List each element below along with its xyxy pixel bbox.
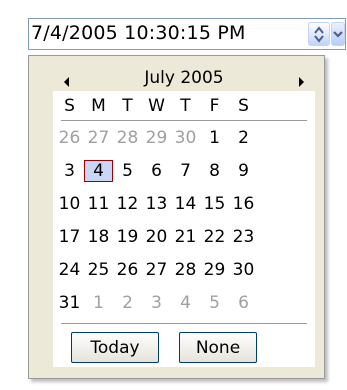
calendar-header: July 2005 bbox=[53, 67, 315, 91]
weekday-label: T bbox=[122, 96, 133, 116]
day-cell[interactable]: 31 bbox=[55, 292, 84, 314]
day-cell[interactable]: 27 bbox=[142, 259, 171, 281]
day-cell[interactable]: 26 bbox=[113, 259, 142, 281]
day-cell[interactable]: 8 bbox=[200, 160, 229, 182]
day-cell[interactable]: 29 bbox=[200, 259, 229, 281]
weekday-label: M bbox=[91, 96, 106, 116]
day-cell[interactable]: 11 bbox=[84, 193, 113, 215]
day-cell[interactable]: 28 bbox=[171, 259, 200, 281]
day-cell[interactable]: 10 bbox=[55, 193, 84, 215]
none-button[interactable]: None bbox=[179, 332, 257, 363]
divider bbox=[61, 323, 307, 324]
today-button[interactable]: Today bbox=[71, 332, 159, 363]
day-cell[interactable]: 7 bbox=[171, 160, 200, 182]
day-cell[interactable]: 5 bbox=[200, 292, 229, 314]
weekday-label: F bbox=[209, 96, 220, 116]
day-cell[interactable]: 2 bbox=[229, 127, 258, 149]
day-cell[interactable]: 18 bbox=[84, 226, 113, 248]
calendar-dropdown: July 2005 SMTWTFS 26 27 28 29 30 1 2 3 4 5 6 7 8 9 10 1… bbox=[28, 55, 325, 379]
day-cell[interactable]: 29 bbox=[142, 127, 171, 149]
day-cell[interactable]: 4 bbox=[171, 292, 200, 314]
month-title[interactable]: July 2005 bbox=[53, 68, 315, 88]
weekday-label: T bbox=[180, 96, 191, 116]
day-cell[interactable]: 25 bbox=[84, 259, 113, 281]
day-cell[interactable]: 1 bbox=[200, 127, 229, 149]
day-cell[interactable]: 24 bbox=[55, 259, 84, 281]
day-cell[interactable]: 30 bbox=[229, 259, 258, 281]
day-cell[interactable]: 22 bbox=[200, 226, 229, 248]
up-down-arrows-icon[interactable] bbox=[308, 22, 330, 46]
divider bbox=[61, 120, 307, 121]
selected-day-cell[interactable]: 4 bbox=[84, 160, 113, 182]
day-cell[interactable]: 27 bbox=[84, 127, 113, 149]
day-cell[interactable]: 16 bbox=[229, 193, 258, 215]
day-cell[interactable]: 13 bbox=[142, 193, 171, 215]
day-cell[interactable]: 9 bbox=[229, 160, 258, 182]
month-calendar: July 2005 SMTWTFS 26 27 28 29 30 1 2 3 4 5 6 7 8 9 10 1… bbox=[53, 67, 315, 367]
day-cell[interactable]: 3 bbox=[55, 160, 84, 182]
day-cell[interactable]: 28 bbox=[113, 127, 142, 149]
day-cell[interactable]: 26 bbox=[55, 127, 84, 149]
day-cell[interactable]: 1 bbox=[84, 292, 113, 314]
day-cell[interactable]: 5 bbox=[113, 160, 142, 182]
day-cell[interactable]: 23 bbox=[229, 226, 258, 248]
day-cell[interactable]: 19 bbox=[113, 226, 142, 248]
chevron-down-icon[interactable] bbox=[331, 22, 345, 46]
weekday-label: W bbox=[148, 96, 165, 116]
day-cell[interactable]: 6 bbox=[142, 160, 171, 182]
day-cell[interactable]: 6 bbox=[229, 292, 258, 314]
weekday-label: S bbox=[64, 96, 75, 116]
day-cell[interactable]: 30 bbox=[171, 127, 200, 149]
day-cell[interactable]: 3 bbox=[142, 292, 171, 314]
datetime-value[interactable]: 7/4/2005 10:30:15 PM bbox=[31, 22, 246, 44]
day-cell[interactable]: 12 bbox=[113, 193, 142, 215]
datetime-picker-field[interactable]: 7/4/2005 10:30:15 PM bbox=[28, 18, 346, 50]
day-cell[interactable]: 21 bbox=[171, 226, 200, 248]
day-cell[interactable]: 15 bbox=[200, 193, 229, 215]
weekday-label: S bbox=[238, 96, 249, 116]
day-cell[interactable]: 17 bbox=[55, 226, 84, 248]
day-cell[interactable]: 14 bbox=[171, 193, 200, 215]
triangle-right-icon[interactable] bbox=[295, 73, 307, 87]
day-cell[interactable]: 2 bbox=[113, 292, 142, 314]
day-cell[interactable]: 20 bbox=[142, 226, 171, 248]
